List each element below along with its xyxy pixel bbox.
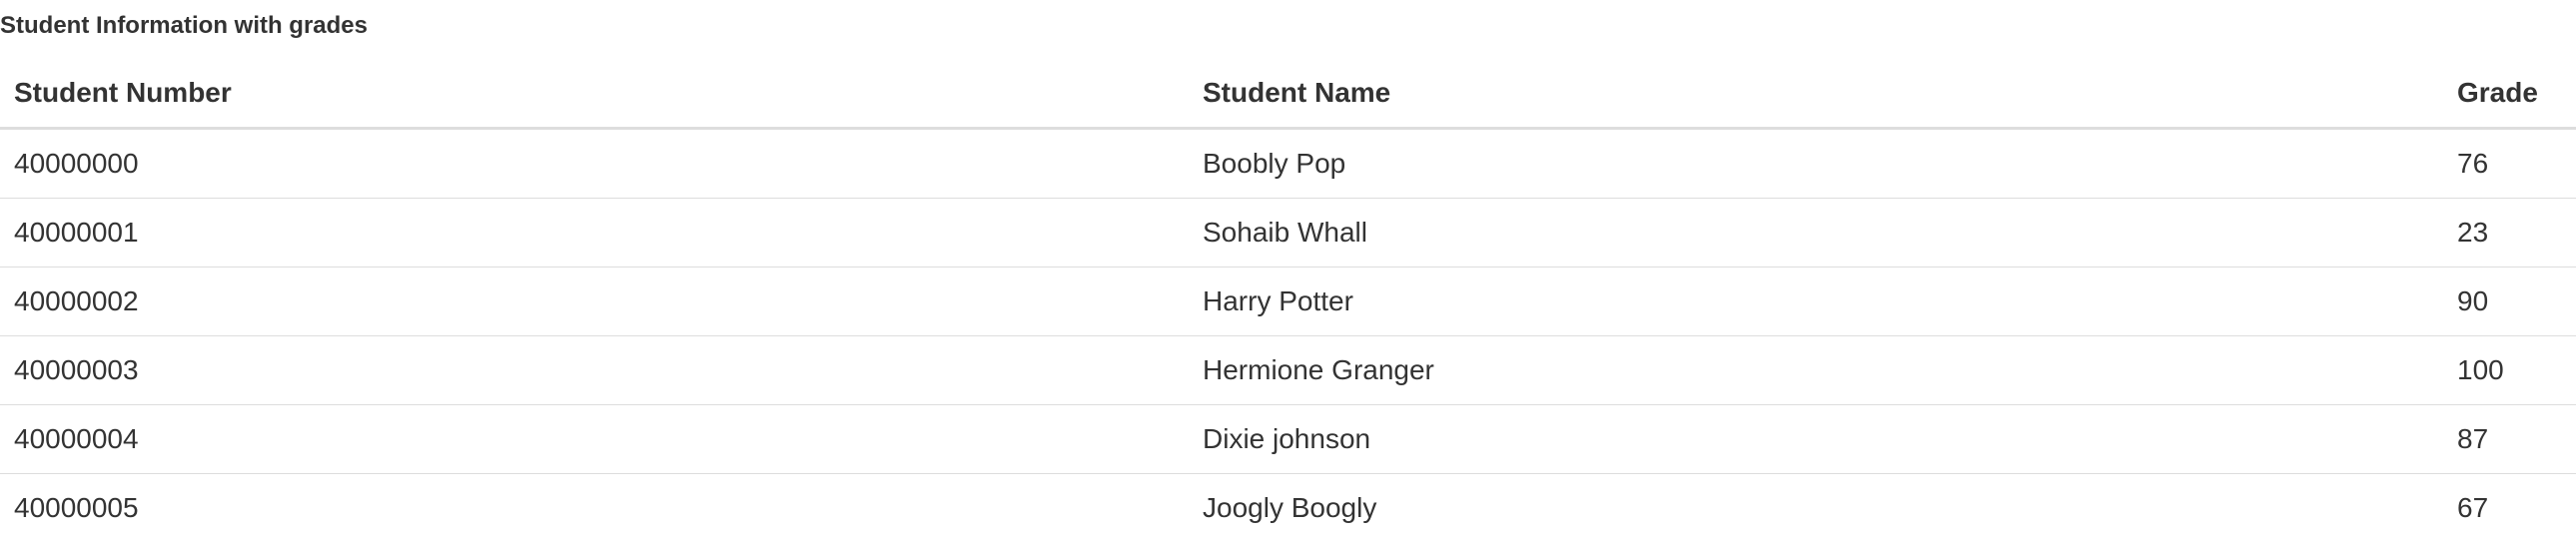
table-row: 40000001 Sohaib Whall 23 (0, 199, 2576, 268)
cell-student-name: Boobly Pop (1189, 129, 2443, 199)
cell-student-name: Harry Potter (1189, 268, 2443, 336)
page-title: Student Information with grades (0, 0, 2576, 41)
cell-student-name: Dixie johnson (1189, 405, 2443, 474)
cell-student-number: 40000001 (0, 199, 1189, 268)
table-body: 40000000 Boobly Pop 76 40000001 Sohaib W… (0, 129, 2576, 542)
table-header: Student Number Student Name Grade (0, 58, 2576, 129)
cell-student-number: 40000002 (0, 268, 1189, 336)
cell-grade: 67 (2443, 474, 2576, 542)
cell-grade: 76 (2443, 129, 2576, 199)
cell-grade: 100 (2443, 336, 2576, 405)
cell-student-name: Sohaib Whall (1189, 199, 2443, 268)
cell-student-name: Hermione Granger (1189, 336, 2443, 405)
column-header-student-number: Student Number (0, 58, 1189, 129)
header-row: Student Number Student Name Grade (0, 58, 2576, 129)
cell-grade: 90 (2443, 268, 2576, 336)
page: Student Information with grades Student … (0, 0, 2576, 540)
cell-student-number: 40000003 (0, 336, 1189, 405)
student-grades-table: Student Number Student Name Grade 400000… (0, 58, 2576, 542)
table-row: 40000000 Boobly Pop 76 (0, 129, 2576, 199)
table-row: 40000004 Dixie johnson 87 (0, 405, 2576, 474)
table-row: 40000003 Hermione Granger 100 (0, 336, 2576, 405)
table-row: 40000002 Harry Potter 90 (0, 268, 2576, 336)
table-row: 40000005 Joogly Boogly 67 (0, 474, 2576, 542)
column-header-grade: Grade (2443, 58, 2576, 129)
cell-grade: 23 (2443, 199, 2576, 268)
cell-grade: 87 (2443, 405, 2576, 474)
cell-student-number: 40000000 (0, 129, 1189, 199)
cell-student-number: 40000005 (0, 474, 1189, 542)
cell-student-name: Joogly Boogly (1189, 474, 2443, 542)
column-header-student-name: Student Name (1189, 58, 2443, 129)
cell-student-number: 40000004 (0, 405, 1189, 474)
